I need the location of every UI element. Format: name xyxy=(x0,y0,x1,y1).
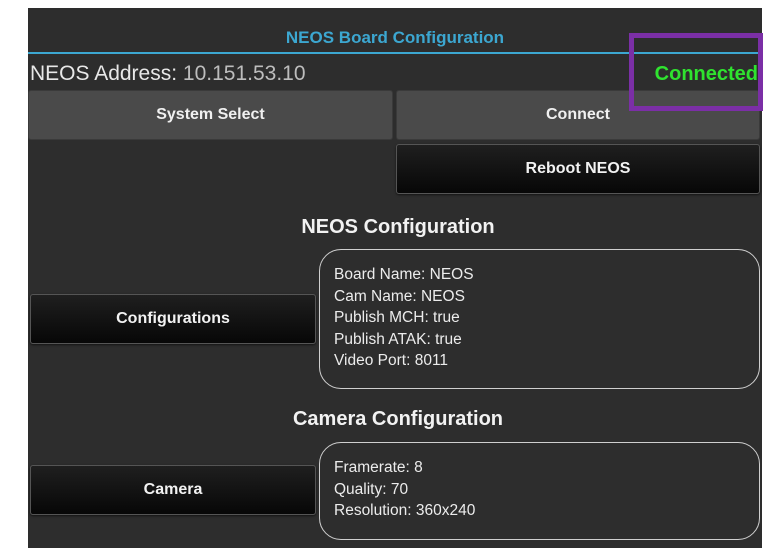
reboot-neos-button[interactable]: Reboot NEOS xyxy=(396,144,760,194)
publish-atak: Publish ATAK: true xyxy=(334,330,462,348)
app-screen: NEOS Board Configuration NEOS Address: 1… xyxy=(28,8,762,548)
app-title: NEOS Board Configuration xyxy=(285,28,505,47)
camera-configuration-heading: Camera Configuration xyxy=(292,408,504,430)
neos-address: NEOS Address: 10.151.53.10 xyxy=(30,62,306,86)
camera-configuration-info: Framerate: 8 Quality: 70 Resolution: 360… xyxy=(319,442,760,540)
neos-address-label: NEOS Address: xyxy=(30,62,178,85)
connection-status: Connected xyxy=(654,63,758,85)
camera-button[interactable]: Camera xyxy=(30,465,316,515)
configurations-button[interactable]: Configurations xyxy=(30,294,316,344)
title-bar: NEOS Board Configuration xyxy=(28,8,762,54)
board-name: Board Name: NEOS xyxy=(334,266,474,283)
quality: Quality: 70 xyxy=(334,480,409,498)
connect-button[interactable]: Connect xyxy=(396,90,760,140)
neos-configuration-heading: NEOS Configuration xyxy=(301,216,495,238)
publish-mch: Publish MCH: true xyxy=(334,309,460,326)
resolution: Resolution: 360x240 xyxy=(334,502,476,519)
neos-configuration-info: Board Name: NEOS Cam Name: NEOS Publish … xyxy=(319,249,760,389)
framerate: Framerate: 8 xyxy=(334,459,423,476)
video-port: Video Port: 8011 xyxy=(334,352,449,369)
system-select-button[interactable]: System Select xyxy=(28,90,393,140)
cam-name: Cam Name: NEOS xyxy=(334,287,465,305)
neos-address-value: 10.151.53.10 xyxy=(182,62,306,85)
